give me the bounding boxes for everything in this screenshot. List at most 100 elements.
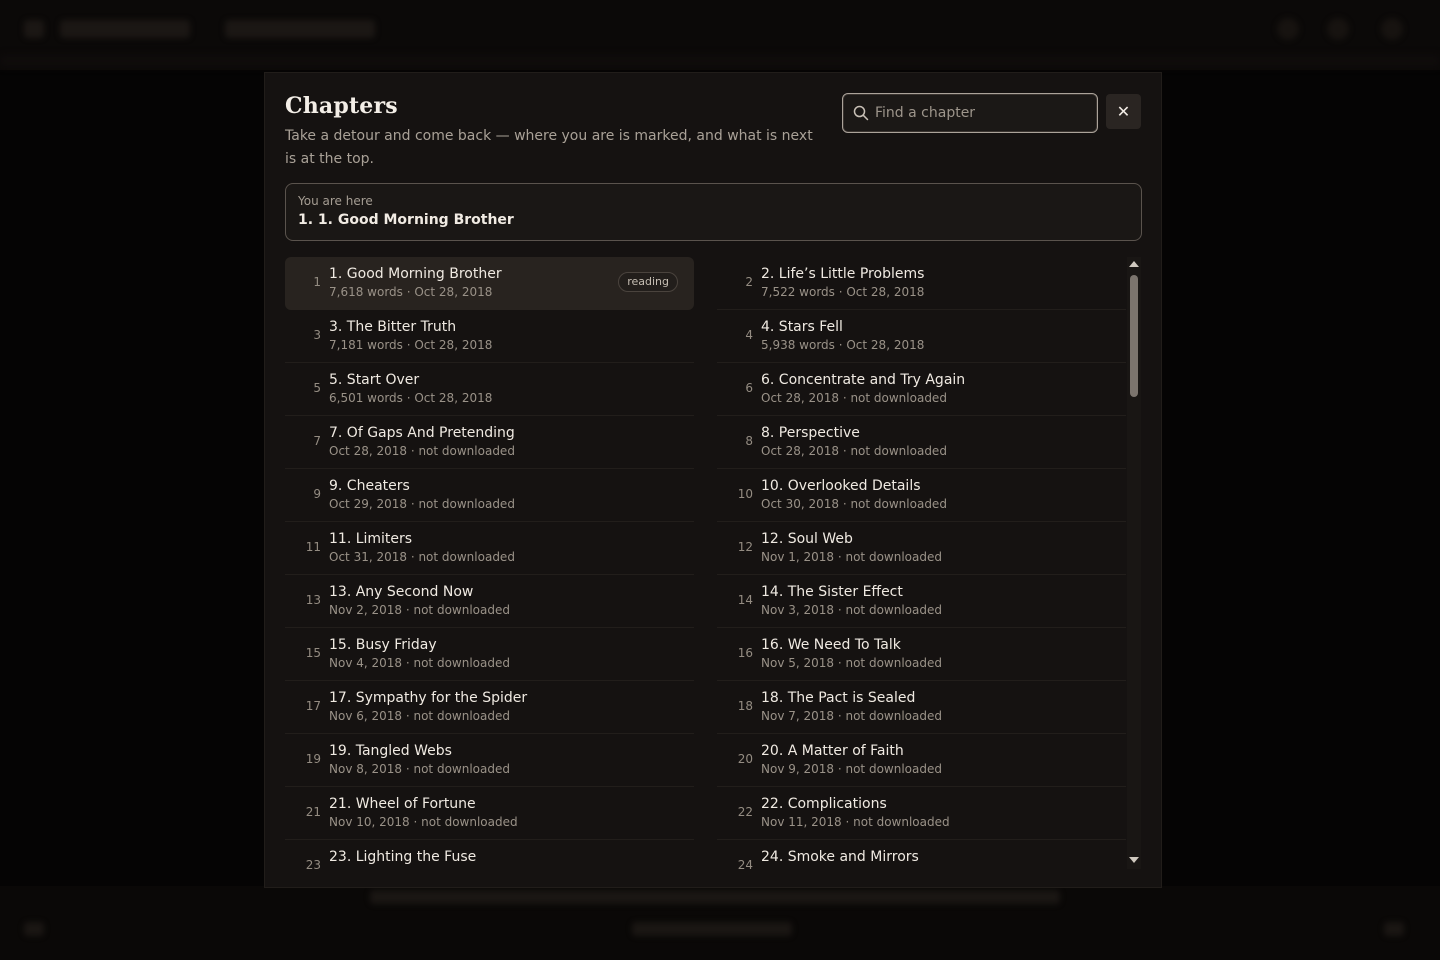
- background-bottom-bar: [0, 886, 1440, 960]
- modal-title: Chapters: [285, 93, 398, 119]
- chapter-number: 6: [745, 381, 753, 395]
- chapter-number: 21: [305, 805, 321, 819]
- chapter-column-right: 2 2. Life’s Little Problems 7,522 words · …: [717, 257, 1126, 869]
- modal-subtitle: Take a detour and come back — where you …: [285, 128, 813, 167]
- chapter-title: 21. Wheel of Fortune: [329, 796, 476, 812]
- chapter-number: 2: [745, 275, 753, 289]
- background-action-icon: [1381, 18, 1403, 40]
- chapter-list-scrollbar[interactable]: [1127, 257, 1141, 869]
- chapter-meta: 6,501 words · Oct 28, 2018: [329, 391, 493, 405]
- chapter-row[interactable]: 11 11. Limiters Oct 31, 2018 · not downloa…: [285, 522, 694, 575]
- chapter-row[interactable]: 14 14. The Sister Effect Nov 3, 2018 · not…: [717, 575, 1126, 628]
- background-top-bar: [0, 0, 1440, 70]
- chapter-row[interactable]: 20 20. A Matter of Faith Nov 9, 2018 · not…: [717, 734, 1126, 787]
- chapter-title: 18. The Pact is Sealed: [761, 690, 916, 706]
- chapter-title: 15. Busy Friday: [329, 637, 437, 653]
- chapter-row[interactable]: 22 22. Complications Nov 11, 2018 · not do…: [717, 787, 1126, 840]
- chapter-title: 13. Any Second Now: [329, 584, 474, 600]
- close-button[interactable]: ✕: [1106, 94, 1141, 129]
- chapter-meta: Oct 28, 2018 · not downloaded: [761, 444, 947, 458]
- chapter-row[interactable]: 4 4. Stars Fell 5,938 words · Oct 28, 2018: [717, 310, 1126, 363]
- chapter-meta: 7,618 words · Oct 28, 2018: [329, 285, 493, 299]
- chapter-row[interactable]: 6 6. Concentrate and Try Again Oct 28, 201…: [717, 363, 1126, 416]
- chapter-meta: Nov 5, 2018 · not downloaded: [761, 656, 942, 670]
- chapter-row[interactable]: 10 10. Overlooked Details Oct 30, 2018 · n…: [717, 469, 1126, 522]
- chapter-row[interactable]: 7 7. Of Gaps And Pretending Oct 28, 2018 ·…: [285, 416, 694, 469]
- chapter-row[interactable]: 1 1. Good Morning Brother 7,618 words · Oc…: [285, 257, 694, 310]
- chapter-title: 7. Of Gaps And Pretending: [329, 425, 515, 441]
- chapter-number: 12: [737, 540, 753, 554]
- chapter-meta: Nov 6, 2018 · not downloaded: [329, 709, 510, 723]
- chapter-title: 2. Life’s Little Problems: [761, 266, 925, 282]
- scrollbar-thumb[interactable]: [1130, 275, 1138, 397]
- chapter-row[interactable]: 21 21. Wheel of Fortune Nov 10, 2018 · not…: [285, 787, 694, 840]
- chapter-column-left: 1 1. Good Morning Brother 7,618 words · Oc…: [285, 257, 694, 869]
- chapter-meta: Oct 31, 2018 · not downloaded: [329, 550, 515, 564]
- chapter-number: 14: [737, 593, 753, 607]
- chapter-meta: Nov 2, 2018 · not downloaded: [329, 603, 510, 617]
- close-icon: ✕: [1116, 102, 1131, 121]
- chapter-meta: Nov 9, 2018 · not downloaded: [761, 762, 942, 776]
- chapter-meta: Oct 29, 2018 · not downloaded: [329, 497, 515, 511]
- chapter-title: 14. The Sister Effect: [761, 584, 903, 600]
- chapter-title: 6. Concentrate and Try Again: [761, 372, 966, 388]
- chapter-title: 23. Lighting the Fuse: [329, 849, 477, 865]
- current-chapter-value: 1. 1. Good Morning Brother: [298, 212, 514, 228]
- chapter-number: 19: [305, 752, 321, 766]
- chapter-number: 9: [313, 487, 321, 501]
- chapter-row[interactable]: 8 8. Perspective Oct 28, 2018 · not downlo…: [717, 416, 1126, 469]
- chapter-row[interactable]: 23 23. Lighting the Fuse: [285, 840, 694, 869]
- background-back-icon: [24, 20, 44, 38]
- chapter-row[interactable]: 13 13. Any Second Now Nov 2, 2018 · not do…: [285, 575, 694, 628]
- chapter-number: 5: [313, 381, 321, 395]
- chapter-number: 3: [313, 328, 321, 342]
- background-action-icon: [1327, 18, 1349, 40]
- chapter-row[interactable]: 17 17. Sympathy for the Spider Nov 6, 2018…: [285, 681, 694, 734]
- chapter-row[interactable]: 9 9. Cheaters Oct 29, 2018 · not downloade…: [285, 469, 694, 522]
- background-breadcrumb: [60, 20, 190, 38]
- chapter-row[interactable]: 15 15. Busy Friday Nov 4, 2018 · not downl…: [285, 628, 694, 681]
- chapter-number: 15: [305, 646, 321, 660]
- background-title: [225, 20, 375, 38]
- chapter-title: 11. Limiters: [329, 531, 413, 547]
- chapter-meta: Nov 7, 2018 · not downloaded: [761, 709, 942, 723]
- chapter-title: 20. A Matter of Faith: [761, 743, 904, 759]
- chevron-up-icon[interactable]: [1129, 261, 1139, 267]
- chapter-title: 4. Stars Fell: [761, 319, 843, 335]
- chapter-number: 1: [313, 275, 321, 289]
- chapter-meta: Oct 28, 2018 · not downloaded: [761, 391, 947, 405]
- chapter-title: 9. Cheaters: [329, 478, 410, 494]
- chapter-search[interactable]: [842, 93, 1098, 133]
- background-footer-icon: [24, 922, 44, 936]
- background-footer-icon: [1384, 922, 1404, 936]
- chapter-row[interactable]: 18 18. The Pact is Sealed Nov 7, 2018 · no…: [717, 681, 1126, 734]
- chapter-number: 17: [305, 699, 321, 713]
- chapters-modal: Chapters Take a detour and come back — w…: [264, 72, 1162, 888]
- chapter-row[interactable]: 19 19. Tangled Webs Nov 8, 2018 · not down…: [285, 734, 694, 787]
- chapter-title: 16. We Need To Talk: [761, 637, 901, 653]
- chapter-number: 22: [737, 805, 753, 819]
- chapter-meta: Oct 30, 2018 · not downloaded: [761, 497, 947, 511]
- chevron-down-icon[interactable]: [1129, 857, 1139, 863]
- chapter-number: 4: [745, 328, 753, 342]
- chapter-number: 8: [745, 434, 753, 448]
- chapter-number: 11: [305, 540, 321, 554]
- chapter-row[interactable]: 3 3. The Bitter Truth 7,181 words · Oct 28…: [285, 310, 694, 363]
- chapter-row[interactable]: 16 16. We Need To Talk Nov 5, 2018 · not d…: [717, 628, 1126, 681]
- chapter-list: 1 1. Good Morning Brother 7,618 words · Oc…: [285, 257, 1127, 869]
- chapter-number: 13: [305, 593, 321, 607]
- current-chapter-box[interactable]: You are here 1. 1. Good Morning Brother: [285, 183, 1142, 241]
- chapter-title: 19. Tangled Webs: [329, 743, 452, 759]
- chapter-row[interactable]: 12 12. Soul Web Nov 1, 2018 · not download…: [717, 522, 1126, 575]
- chapter-meta: Nov 3, 2018 · not downloaded: [761, 603, 942, 617]
- chapter-search-input[interactable]: [875, 94, 1091, 132]
- chapter-meta: 7,522 words · Oct 28, 2018: [761, 285, 925, 299]
- chapter-meta: Nov 8, 2018 · not downloaded: [329, 762, 510, 776]
- current-chapter-label: You are here: [298, 194, 373, 208]
- chapter-title: 22. Complications: [761, 796, 887, 812]
- chapter-row[interactable]: 2 2. Life’s Little Problems 7,522 words · …: [717, 257, 1126, 310]
- chapter-number: 7: [313, 434, 321, 448]
- chapter-row[interactable]: 5 5. Start Over 6,501 words · Oct 28, 2018: [285, 363, 694, 416]
- chapter-row[interactable]: 24 24. Smoke and Mirrors: [717, 840, 1126, 869]
- chapter-number: 20: [737, 752, 753, 766]
